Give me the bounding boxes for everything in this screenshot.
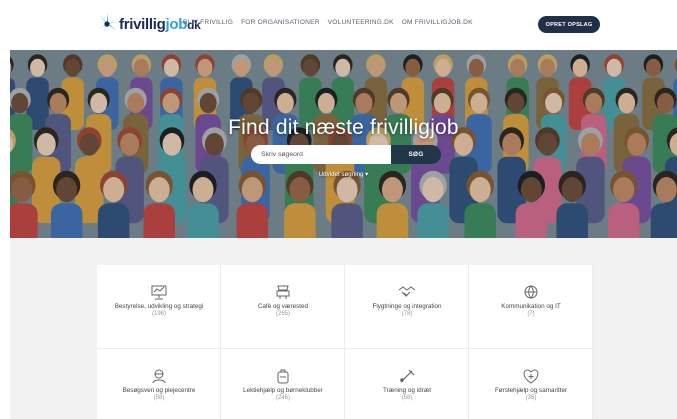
main-nav: BLIV FRIVILLIG FOR ORGANISATIONER VOLUNT… xyxy=(183,19,473,26)
category-count: (246) xyxy=(275,395,290,401)
category-count: (58) xyxy=(401,395,413,401)
logo-mark-icon xyxy=(96,13,118,35)
logo-text-main: frivillig xyxy=(119,15,166,33)
category-card[interactable]: Bestyrelse, udvikling og strategi (198) xyxy=(97,265,221,349)
site-header: frivilligjobdk BLIV FRIVILLIG FOR ORGANI… xyxy=(0,0,677,50)
category-name: Bestyrelse, udvikling og strategi xyxy=(114,303,204,310)
category-card[interactable]: Kommunikation og IT (7) xyxy=(469,265,593,349)
category-count: (78) xyxy=(401,311,413,317)
category-count: (198) xyxy=(151,311,166,317)
search-input[interactable] xyxy=(251,145,391,164)
nav-item-for-organisationer[interactable]: FOR ORGANISATIONER xyxy=(241,19,320,26)
category-card[interactable]: Træning og idræt (58) xyxy=(345,349,469,419)
category-name: Besøgsven og plejecentre xyxy=(122,387,196,394)
hero-overlay xyxy=(10,50,677,238)
cafe-icon xyxy=(221,283,345,301)
category-section: Bestyrelse, udvikling og strategi (198) … xyxy=(10,238,677,419)
category-name: Træning og idræt xyxy=(382,387,432,394)
category-count: (265) xyxy=(275,311,290,317)
hero-title: Find dit næste frivilligjob xyxy=(228,116,459,139)
category-name: Lektiehjælp og børneklubber xyxy=(243,387,323,394)
advanced-search-link[interactable]: Udvidet søgning ▾ xyxy=(10,171,677,178)
search-bar: SØG xyxy=(251,145,441,164)
category-card[interactable]: Café og værested (265) xyxy=(221,265,345,349)
category-card[interactable]: Besøgsven og plejecentre (58) xyxy=(97,349,221,419)
search-button[interactable]: SØG xyxy=(391,145,441,164)
category-card[interactable]: Lektiehjælp og børneklubber (246) xyxy=(221,349,345,419)
visitor-icon xyxy=(97,367,221,385)
handshake-icon xyxy=(345,283,469,301)
badminton-icon xyxy=(345,367,469,385)
nav-item-volunteering[interactable]: VOLUNTEERING.DK xyxy=(328,19,394,26)
category-count: (7) xyxy=(527,311,535,317)
nav-item-bliv-frivillig[interactable]: BLIV FRIVILLIG xyxy=(183,19,233,26)
first-aid-icon xyxy=(469,367,593,385)
category-card[interactable]: Førstehjælp og samaritter (35) xyxy=(469,349,593,419)
category-name: Flygtninge og integration xyxy=(372,303,442,310)
backpack-icon xyxy=(221,367,345,385)
category-name: Kommunikation og IT xyxy=(501,303,561,310)
category-grid: Bestyrelse, udvikling og strategi (198) … xyxy=(97,265,593,419)
hero-banner: Find dit næste frivilligjob SØG Udvidet … xyxy=(10,50,677,238)
globe-icon xyxy=(469,283,593,301)
category-count: (35) xyxy=(525,395,537,401)
create-post-button[interactable]: OPRET OPSLAG xyxy=(538,16,600,33)
category-name: Café og værested xyxy=(257,303,309,310)
board-icon xyxy=(97,283,221,301)
nav-item-om-frivilligjob[interactable]: OM FRIVILLIGJOB.DK xyxy=(402,19,473,26)
category-name: Førstehjælp og samaritter xyxy=(494,387,568,394)
category-card[interactable]: Flygtninge og integration (78) xyxy=(345,265,469,349)
category-count: (58) xyxy=(153,395,165,401)
